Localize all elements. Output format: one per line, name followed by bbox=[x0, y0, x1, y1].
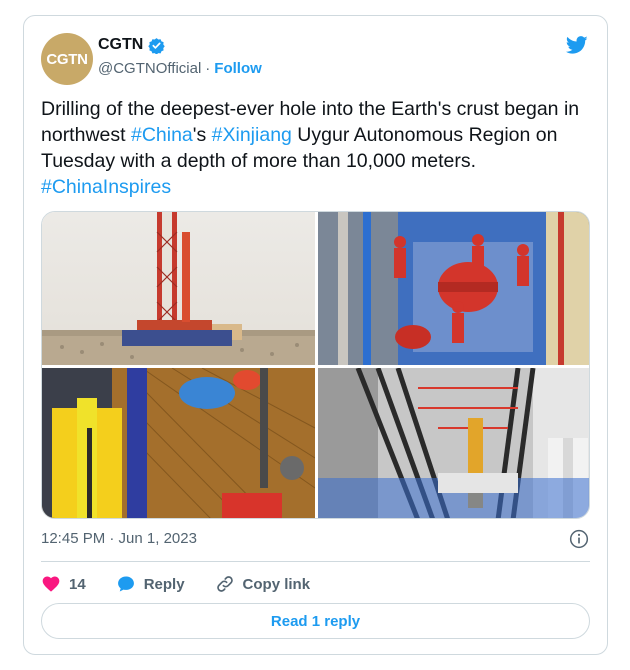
hashtag-xinjiang[interactable]: #Xinjiang bbox=[212, 124, 292, 146]
handle-separator: · bbox=[205, 60, 211, 77]
tweet-text-part2: 's bbox=[192, 124, 212, 146]
reply-button[interactable]: Reply bbox=[116, 574, 185, 594]
reply-bubble-icon bbox=[117, 576, 134, 592]
author-handle[interactable]: @CGTNOfficial bbox=[98, 60, 201, 77]
author-name[interactable]: CGTN bbox=[98, 36, 143, 54]
verified-badge-icon bbox=[148, 37, 166, 54]
photo-drilling-floor[interactable] bbox=[318, 212, 589, 365]
media-grid bbox=[41, 211, 590, 519]
divider bbox=[41, 561, 590, 562]
photo-drill-pipes[interactable] bbox=[318, 368, 589, 518]
copy-link-button[interactable]: Copy link bbox=[215, 574, 311, 594]
copy-link-label: Copy link bbox=[242, 575, 311, 593]
tweet-text: Drilling of the deepest-ever hole into t… bbox=[41, 96, 581, 200]
heart-icon bbox=[42, 576, 60, 592]
link-icon bbox=[216, 576, 233, 592]
reply-label: Reply bbox=[143, 575, 185, 593]
hashtag-chinainspires[interactable]: #ChinaInspires bbox=[41, 176, 171, 198]
author-name-row: CGTN bbox=[98, 36, 166, 54]
hashtag-china[interactable]: #China bbox=[131, 124, 193, 146]
author-handle-row: @CGTNOfficial · Follow bbox=[98, 60, 262, 77]
like-button[interactable]: 14 bbox=[41, 574, 86, 594]
avatar[interactable]: CGTN bbox=[41, 33, 93, 85]
action-bar: 14 Reply Copy link bbox=[41, 571, 340, 597]
info-icon[interactable] bbox=[569, 529, 589, 549]
tweet-timestamp[interactable]: 12:45 PM · Jun 1, 2023 bbox=[41, 530, 197, 547]
twitter-bird-icon[interactable] bbox=[565, 34, 589, 56]
follow-button[interactable]: Follow bbox=[214, 60, 262, 77]
photo-drilling-rig[interactable] bbox=[42, 212, 315, 365]
avatar-text: CGTN bbox=[46, 50, 88, 68]
photo-worker-tools[interactable] bbox=[42, 368, 315, 518]
read-replies-label: Read 1 reply bbox=[270, 612, 361, 630]
read-replies-button[interactable]: Read 1 reply bbox=[41, 603, 590, 639]
like-count: 14 bbox=[69, 575, 86, 593]
tweet-card: CGTN CGTN @CGTNOfficial · Follow Drillin… bbox=[23, 15, 608, 655]
